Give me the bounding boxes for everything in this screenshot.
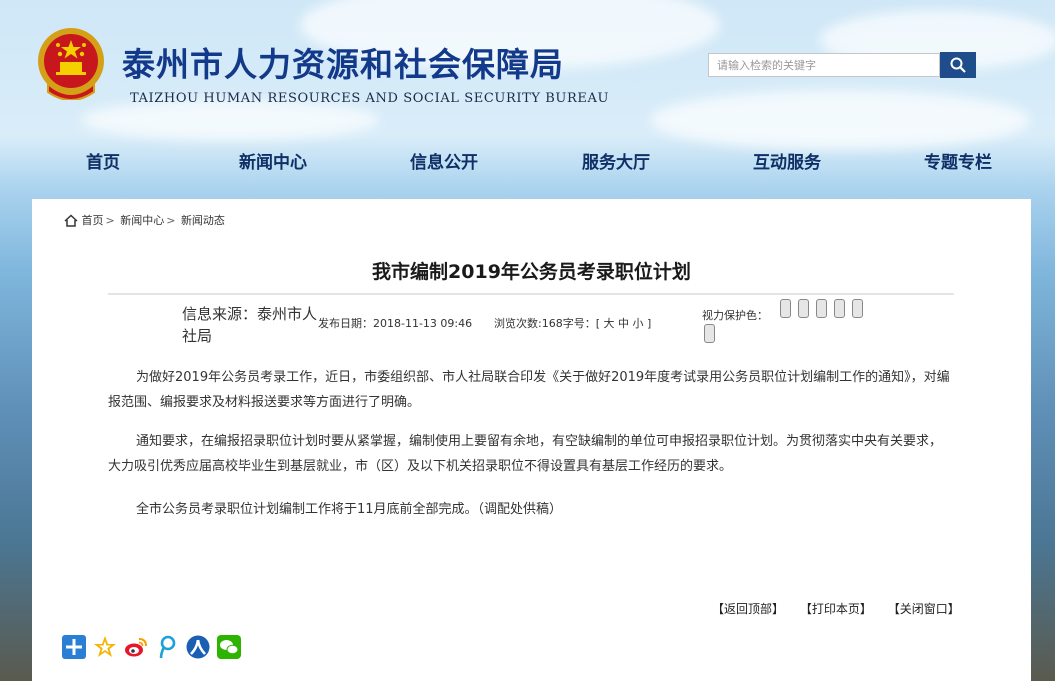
article-title: 我市编制2019年公务员考录职位计划 <box>372 261 691 283</box>
eye-care-swatch-4[interactable] <box>834 299 845 318</box>
weibo-icon[interactable] <box>124 635 148 659</box>
nav-item-home[interactable]: 首页 <box>86 148 120 173</box>
nav-item-information-disclosure[interactable]: 信息公开 <box>410 148 478 173</box>
article-actions: 【返回顶部】 【打印本页】 【关闭窗口】 <box>700 600 960 617</box>
breadcrumb-home[interactable]: 首页 <box>82 214 104 227</box>
nav-item-interactive-services[interactable]: 互动服务 <box>753 148 821 173</box>
share-plus-icon[interactable] <box>62 635 86 659</box>
search-button[interactable] <box>940 52 976 78</box>
article-source: 信息来源：泰州市人社局 <box>182 305 318 345</box>
home-icon <box>64 213 78 227</box>
tencent-weibo-icon[interactable] <box>155 635 179 659</box>
view-count-and-font-size: 浏览次数:168字号：[ 大 中 小 ] <box>494 315 651 331</box>
eye-care-swatch-6[interactable] <box>704 324 715 343</box>
article-paragraph: 为做好2019年公务员考录工作，近日，市委组织部、市人社局联合印发《关于做好20… <box>108 370 950 410</box>
national-emblem-icon <box>38 28 104 100</box>
font-size-medium-button[interactable]: 中 <box>618 317 629 330</box>
eye-care-swatch-2[interactable] <box>798 299 809 318</box>
font-size-large-button[interactable]: 大 <box>604 317 615 330</box>
site-subtitle: TAIZHOU HUMAN RESOURCES AND SOCIAL SECUR… <box>130 91 610 106</box>
content-panel: 首页 > 新闻中心 > 新闻动态 我市编制2019年公务员考录职位计划 信息来源：泰… <box>32 199 1031 681</box>
article-paragraph: 全市公务员考录职位计划编制工作将于11月底前全部完成。（调配处供稿） <box>136 502 563 517</box>
article-paragraph: 通知要求，在编报招录职位计划时要从紧掌握，编制使用上要留有余地，有空缺编制的单位… <box>108 434 943 474</box>
breadcrumb-news-center[interactable]: 新闻中心 <box>120 214 164 227</box>
eye-care-swatch-5[interactable] <box>852 299 863 318</box>
publish-date: 发布日期：2018-11-13 09:46 <box>318 317 473 330</box>
view-count: 浏览次数:168 <box>494 317 563 330</box>
eye-care-color-label: 视力保护色： <box>702 309 768 322</box>
print-page-link[interactable]: 【打印本页】 <box>800 602 872 616</box>
search-input[interactable] <box>708 53 940 77</box>
eye-care-swatch-1[interactable] <box>780 299 791 318</box>
nav-item-special-topics[interactable]: 专题专栏 <box>924 148 992 173</box>
back-to-top-link[interactable]: 【返回顶部】 <box>712 602 784 616</box>
nav-item-news-center[interactable]: 新闻中心 <box>239 148 307 173</box>
main-nav: 首页 新闻中心 信息公开 服务大厅 互动服务 专题专栏 <box>0 140 1055 180</box>
site-title: 泰州市人力资源和社会保障局 <box>122 45 564 84</box>
font-size-label: 字号：[ <box>562 317 600 330</box>
favorite-star-icon[interactable] <box>93 635 117 659</box>
renren-icon[interactable] <box>186 635 210 659</box>
font-size-small-button[interactable]: 小 <box>633 317 644 330</box>
title-divider <box>108 293 954 295</box>
font-size-close: ] <box>647 317 652 330</box>
search-icon <box>950 57 966 73</box>
nav-item-service-hall[interactable]: 服务大厅 <box>582 148 650 173</box>
eye-care-swatch-3[interactable] <box>816 299 827 318</box>
breadcrumb: 首页 > 新闻中心 > 新闻动态 <box>64 212 225 228</box>
wechat-icon[interactable] <box>217 635 241 659</box>
breadcrumb-news-updates[interactable]: 新闻动态 <box>181 214 225 227</box>
close-window-link[interactable]: 【关闭窗口】 <box>888 602 960 616</box>
